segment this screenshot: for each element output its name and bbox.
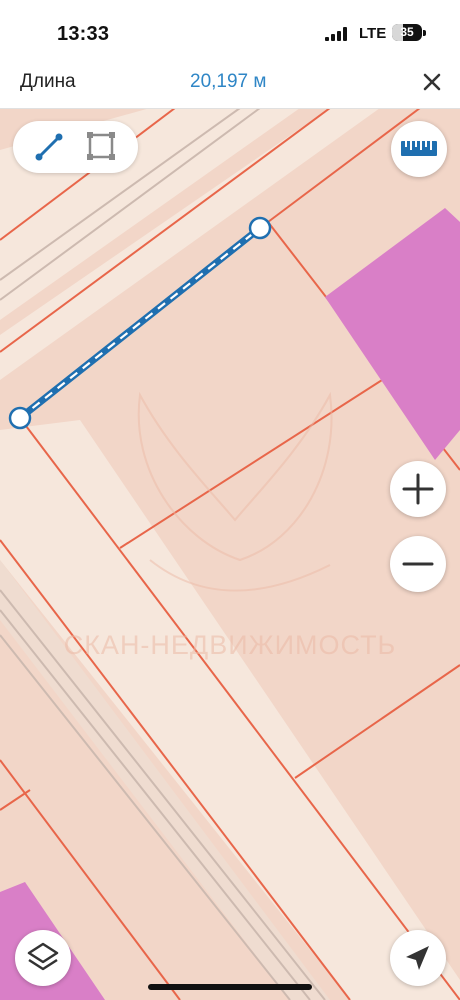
plus-icon [402,473,434,505]
locate-button[interactable] [390,930,446,986]
navigation-arrow-icon [406,946,429,970]
status-bar: 13:33 LTE 35 [0,0,460,62]
ruler-icon [401,141,437,156]
zoom-out-button[interactable] [390,536,446,592]
battery-icon: 35 [392,24,422,41]
measure-point-start [8,406,32,430]
minus-icon [402,562,434,566]
home-indicator[interactable] [148,984,312,990]
measure-tool-group [13,121,138,173]
measure-title: Длина [20,71,76,92]
network-type: LTE [359,25,387,42]
polygon-icon[interactable] [81,128,121,166]
status-time: 13:33 [57,23,110,45]
line-icon[interactable] [29,128,69,166]
close-icon[interactable] [418,68,446,96]
layers-icon [27,942,59,971]
layers-button[interactable] [15,930,71,986]
battery-nub [423,30,426,36]
measure-point-end [248,216,272,240]
battery-percent: 35 [400,25,414,39]
measure-header: Длина 20,197 м [0,62,460,109]
watermark-text: СКАН-НЕДВИЖИМОСТЬ [63,630,397,660]
signal-icon [325,27,347,41]
zoom-in-button[interactable] [390,461,446,517]
measure-value: 20,197 м [190,71,267,92]
ruler-button[interactable] [391,121,447,177]
